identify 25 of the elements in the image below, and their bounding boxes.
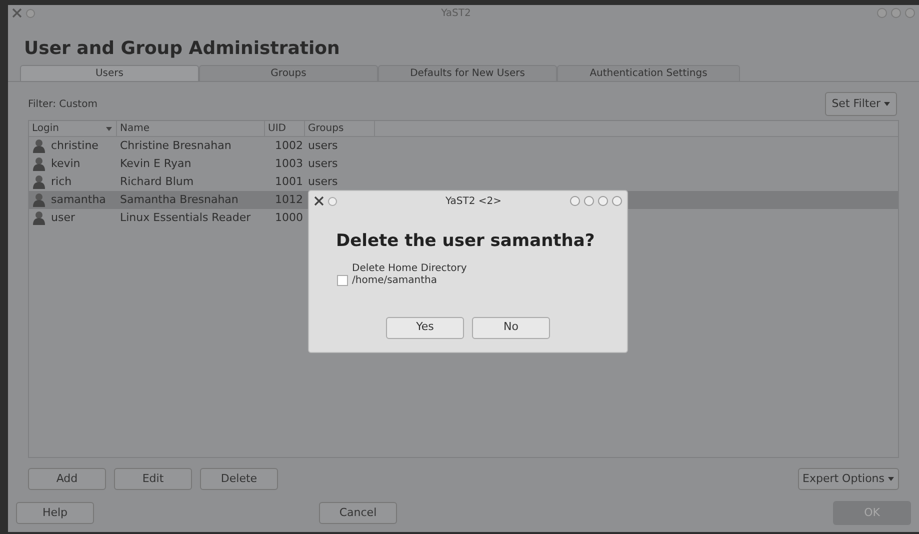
table-cell-text: christine [51, 138, 98, 154]
dialog-question: Delete the user samantha? [336, 231, 595, 251]
table-cell: 1012 [275, 192, 303, 206]
table-cell-text: samantha [51, 192, 106, 208]
table-cell: users [308, 156, 338, 170]
table-cell-text: kevin [51, 156, 80, 172]
table-cell: Kevin E Ryan [120, 156, 192, 170]
table-cell: Richard Blum [120, 174, 194, 188]
checkbox-label: Delete Home Directory [352, 262, 467, 274]
table-cell: 1003 [275, 156, 303, 170]
filter-label: Filter: Custom [28, 98, 98, 112]
table-cell: Christine Bresnahan [120, 138, 232, 152]
table-cell: users [308, 138, 338, 152]
table-cell-text: rich [51, 174, 72, 190]
table-cell: 1001 [275, 174, 303, 188]
window-title: YaST2 [441, 6, 471, 20]
table-cell: users [308, 174, 338, 188]
page-heading: User and Group Administration [24, 38, 340, 59]
dialog-title: YaST2 <2> [444, 194, 502, 208]
table-cell: 1000 [275, 210, 303, 224]
table-cell-text: user [51, 210, 75, 226]
table-cell: 1002 [275, 138, 303, 152]
table-cell: Samantha Bresnahan [120, 192, 238, 206]
home-path: /home/samantha [352, 274, 438, 286]
table-cell: Linux Essentials Reader [120, 210, 251, 224]
